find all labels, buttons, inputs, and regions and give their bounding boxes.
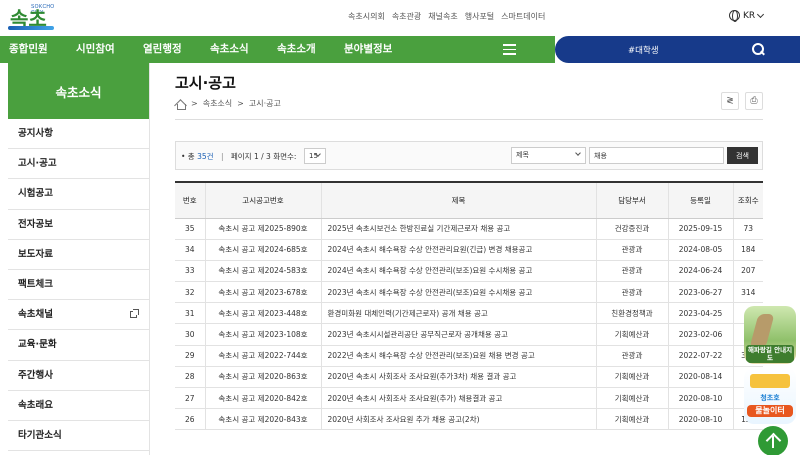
table-header: 번호 고시공고번호 제목 담당부서 등록일 조회수 xyxy=(175,182,763,219)
nav-field-info[interactable]: 분야별정보 xyxy=(344,36,392,63)
table-row[interactable]: 32 속초시 공고 제2023-678호 2023년 속초시 해수욕장 수상 안전관… xyxy=(175,281,763,304)
col-department: 담당부서 xyxy=(595,182,668,219)
list-info: • 총 35건 | 페이지 1 / 3 화면수: xyxy=(181,152,297,161)
table-row[interactable]: 27 속초시 공고 제2020-842호 2020년 속초시 사회조사 조사요원(추… xyxy=(175,387,763,410)
menu-icon[interactable] xyxy=(503,44,516,55)
sidebar-menu: 공지사항 고시·공고 시험공고 전자공보 보도자료 팩트체크 속초채널 교육·문… xyxy=(8,119,149,452)
sokcho-logo[interactable]: SOKCHO CITY 속초 xyxy=(8,3,58,33)
breadcrumb: > 속초소식 > 고시·공고 xyxy=(175,98,281,110)
utility-link-smartdata[interactable]: 스마트데이터 xyxy=(501,11,545,22)
col-views: 조회수 xyxy=(732,182,763,219)
col-notice-number: 고시공고번호 xyxy=(204,182,321,219)
nav-participation[interactable]: 시민참여 xyxy=(76,36,115,63)
row-title-link[interactable]: 2020년 사회조사 조사요원 추가 채용 공고(2차) xyxy=(320,408,596,431)
row-title-link[interactable]: 2024년 속초시 해수욕장 수상 안전관리(보조)요원 수시채용 공고 xyxy=(320,260,596,283)
search-input[interactable] xyxy=(589,147,724,164)
sidebar-item-notices[interactable]: 공지사항 xyxy=(8,119,149,150)
trail-illustration xyxy=(749,314,775,348)
table-row[interactable]: 30 속초시 공고 제2023-108호 2023년 속초시시설관리공단 공무직근로… xyxy=(175,323,763,346)
sidebar-item-weekly-events[interactable]: 주간행사 xyxy=(8,361,149,391)
scroll-top-button[interactable] xyxy=(758,426,788,455)
hashtag-keyword[interactable]: #대학생 xyxy=(628,44,659,56)
banner-title-label: 물놀이터 xyxy=(747,405,793,417)
globe-icon xyxy=(729,10,740,22)
row-title-link[interactable]: 2020년 속초시 사회조사 조사요원(추가) 채용결과 공고 xyxy=(320,387,596,410)
trail-banner-label: 해파랑길 안내지도 xyxy=(746,345,794,363)
divider xyxy=(175,119,763,120)
print-button[interactable]: ⎙ xyxy=(745,92,763,110)
sidebar-item-other-agencies[interactable]: 타기관소식 xyxy=(8,421,149,452)
search-icon[interactable] xyxy=(752,43,764,55)
table-row[interactable]: 28 속초시 공고 제2020-863호 2020년 속초시 사회조사 조사요원(추… xyxy=(175,366,763,389)
col-title: 제목 xyxy=(320,182,596,219)
table-row[interactable]: 35 속초시 공고 제2025-890호 2025년 속초시보건소 한방진료실 기간… xyxy=(175,218,763,240)
logo-wave xyxy=(8,26,54,30)
main-nav: 종합민원 시민참여 열린행정 속초소식 속초소개 분야별정보 xyxy=(0,36,555,63)
row-title-link[interactable]: 2023년 속초시 해수욕장 수상 안전관리(보조)요원 수시채용 공고 xyxy=(320,281,596,304)
col-number: 번호 xyxy=(175,182,205,219)
sidebar: 속초소식 공지사항 고시·공고 시험공고 전자공보 보도자료 팩트체크 속초채널… xyxy=(8,63,150,455)
nav-civil-service[interactable]: 종합민원 xyxy=(9,36,48,63)
share-button[interactable]: ≷ xyxy=(721,92,739,110)
table-row[interactable]: 34 속초시 공고 제2024-685호 2024년 속초시 해수욕장 수상 안전관… xyxy=(175,239,763,261)
total-label: • 총 xyxy=(181,152,195,161)
nav-about[interactable]: 속초소개 xyxy=(277,36,316,63)
sidebar-item-label: 속초채널 xyxy=(18,309,53,321)
chevron-down-icon xyxy=(575,150,581,156)
row-title-link[interactable]: 환경미화원 대체인력(기간제근로자) 공개 채용 공고 xyxy=(320,302,596,325)
table-row[interactable]: 26 속초시 공고 제2020-843호 2020년 사회조사 조사요원 추가 채용… xyxy=(175,408,763,431)
list-toolbar: • 총 35건 | 페이지 1 / 3 화면수: 15 제목 검색 xyxy=(175,141,763,170)
row-title-link[interactable]: 2024년 속초시 해수욕장 수상 안전관리요원(긴급) 변경 채용공고 xyxy=(320,239,596,261)
breadcrumb-item[interactable]: 고시·공고 xyxy=(249,98,281,109)
utility-links: 속초시의회 속초관광 채널속초 행사포털 스마트데이터 xyxy=(348,11,545,22)
utility-link-events[interactable]: 행사포털 xyxy=(465,11,494,22)
row-title-link[interactable]: 2020년 속초시 사회조사 조사요원(추가3차) 채용 결과 공고 xyxy=(320,366,596,389)
table-row[interactable]: 31 속초시 공고 제2023-448호 환경미화원 대체인력(기간제근로자) 공개… xyxy=(175,302,763,325)
home-icon[interactable] xyxy=(175,99,186,110)
breadcrumb-item[interactable]: 속초소식 xyxy=(203,98,232,109)
trail-map-banner[interactable]: 해파랑길 안내지도 xyxy=(744,306,796,364)
announcement-table: 번호 고시공고번호 제목 담당부서 등록일 조회수 35 속초시 공고 제2025… xyxy=(175,181,763,431)
page-indicator: 페이지 1 / 3 xyxy=(230,152,271,161)
search-button[interactable]: 검색 xyxy=(727,147,758,164)
utility-link-channel[interactable]: 채널속초 xyxy=(428,11,457,22)
sidebar-item-exams[interactable]: 시험공고 xyxy=(8,179,149,210)
banner-place-label: 청초호 xyxy=(760,394,780,402)
row-title-link[interactable]: 2022년 속초시 해수욕장 수상 안전관리(보조)요원 채용 변경 공고 xyxy=(320,345,596,367)
col-date: 등록일 xyxy=(667,182,733,219)
chevron-down-icon xyxy=(757,10,765,18)
sidebar-item-education[interactable]: 교육·문화 xyxy=(8,330,149,361)
sidebar-title: 속초소식 xyxy=(8,63,149,119)
search-field-select[interactable]: 제목 xyxy=(511,147,586,164)
top-utility-bar: SOKCHO CITY 속초 속초시의회 속초관광 채널속초 행사포털 스마트데… xyxy=(0,0,800,36)
rows-label: 화면수: xyxy=(273,152,297,161)
sidebar-item-press[interactable]: 보도자료 xyxy=(8,240,149,270)
nav-open-admin[interactable]: 열린행정 xyxy=(143,36,182,63)
utility-link-council[interactable]: 속초시의회 xyxy=(348,11,385,22)
row-title-link[interactable]: 2023년 속초시시설관리공단 공무직근로자 공개채용 공고 xyxy=(320,323,596,346)
print-icon: ⎙ xyxy=(750,96,758,106)
search-bar: #대학생 xyxy=(555,36,800,63)
table-row[interactable]: 29 속초시 공고 제2022-744호 2022년 속초시 해수욕장 수상 안전관… xyxy=(175,345,763,367)
sidebar-item-factcheck[interactable]: 팩트체크 xyxy=(8,270,149,301)
sidebar-item-sokcho-raeyo[interactable]: 속초래요 xyxy=(8,391,149,421)
page-title: 고시·공고 xyxy=(175,74,236,92)
rows-per-page-select[interactable]: 15 xyxy=(304,148,326,164)
utility-link-tourism[interactable]: 속초관광 xyxy=(392,11,421,22)
table-row[interactable]: 33 속초시 공고 제2024-583호 2024년 속초시 해수욕장 수상 안전관… xyxy=(175,260,763,283)
nav-news[interactable]: 속초소식 xyxy=(210,36,249,63)
language-selector[interactable]: KR xyxy=(729,10,765,22)
sidebar-item-channel[interactable]: 속초채널 xyxy=(8,300,149,331)
language-label: KR xyxy=(743,10,756,21)
external-link-icon xyxy=(130,309,139,319)
row-title-link[interactable]: 2025년 속초시보건소 한방진료실 기간제근로자 채용 공고 xyxy=(320,218,596,240)
total-count: 35건 xyxy=(197,152,214,161)
sidebar-item-announcements[interactable]: 고시·공고 xyxy=(8,149,149,180)
water-playground-banner[interactable]: 청초호 물놀이터 xyxy=(744,368,796,424)
share-icon: ≷ xyxy=(726,96,734,106)
playground-illustration xyxy=(750,374,790,388)
sidebar-item-gazette[interactable]: 전자공보 xyxy=(8,210,149,240)
